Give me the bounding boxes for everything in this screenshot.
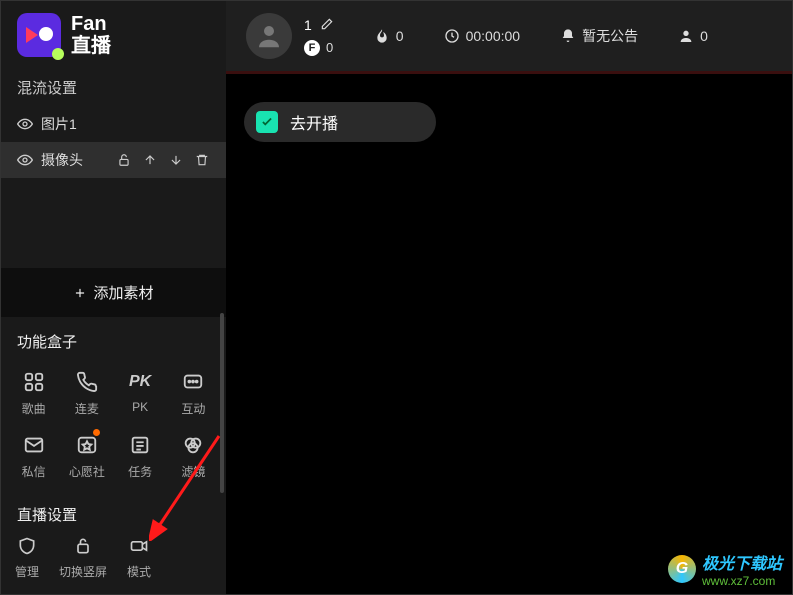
live-label: 模式	[127, 563, 151, 580]
star-icon	[75, 433, 99, 457]
grid-icon	[22, 370, 46, 394]
live-label: 管理	[15, 563, 39, 580]
shield-icon	[16, 535, 38, 557]
chat-icon	[181, 370, 205, 394]
func-item-lianmai[interactable]: 连麦	[60, 364, 113, 423]
live-settings-title: 直播设置	[1, 494, 226, 531]
sidebar: Fan 直播 混流设置 图片1 摄像头	[1, 1, 226, 594]
logo-mark	[17, 13, 61, 57]
source-label: 图片1	[41, 114, 77, 134]
func-label: PK	[132, 400, 148, 414]
watermark-url: www.xz7.com	[702, 574, 782, 588]
go-live-label: 去开播	[290, 110, 338, 134]
live-item-mode[interactable]: 模式	[127, 535, 151, 580]
func-item-interact[interactable]: 互动	[167, 364, 220, 423]
pk-icon: PK	[128, 370, 152, 394]
mail-icon	[22, 433, 46, 457]
announcement-text: 暂无公告	[582, 26, 638, 46]
func-label: 歌曲	[22, 400, 46, 417]
mixer-title: 混流设置	[1, 69, 226, 106]
plus-icon	[73, 286, 87, 300]
clock-icon	[444, 28, 460, 44]
arrow-up-icon[interactable]	[142, 152, 158, 168]
logo-text: Fan 直播	[71, 13, 111, 57]
arrow-down-icon[interactable]	[168, 152, 184, 168]
func-item-task[interactable]: 任务	[114, 427, 167, 486]
phone-icon	[75, 370, 99, 394]
avatar	[246, 13, 292, 59]
func-label: 任务	[128, 463, 152, 480]
fire-icon	[374, 28, 390, 44]
func-label: 心愿社	[69, 463, 105, 480]
duration-value: 00:00:00	[466, 28, 521, 44]
f-badge-icon: F	[304, 40, 320, 56]
live-item-orientation[interactable]: 切换竖屏	[59, 535, 107, 580]
func-label: 连麦	[75, 400, 99, 417]
go-live-button[interactable]: 去开播	[244, 102, 436, 142]
live-item-manage[interactable]: 管理	[15, 535, 39, 580]
eye-icon	[17, 116, 33, 132]
clipboard-check-icon	[256, 111, 278, 133]
logo-line2: 直播	[71, 35, 111, 57]
unlock-icon[interactable]	[116, 152, 132, 168]
filter-icon	[181, 433, 205, 457]
topbar: 1 F 0 0 00:00:00 暂无公告	[226, 1, 792, 71]
live-label: 切换竖屏	[59, 563, 107, 580]
logo-line1: Fan	[71, 13, 111, 35]
source-item-camera[interactable]: 摄像头	[1, 142, 226, 178]
trash-icon[interactable]	[194, 152, 210, 168]
eye-icon	[17, 152, 33, 168]
watermark: G 极光下载站 www.xz7.com	[668, 550, 782, 588]
func-item-dm[interactable]: 私信	[7, 427, 60, 486]
stat-fire: 0	[374, 28, 404, 44]
camera-mode-icon	[128, 535, 150, 557]
person-icon	[678, 28, 694, 44]
live-settings-grid: 管理 切换竖屏 模式	[1, 531, 226, 594]
source-label: 摄像头	[41, 150, 83, 170]
source-actions	[116, 152, 210, 168]
func-label: 私信	[22, 463, 46, 480]
func-item-pk[interactable]: PK PK	[114, 364, 167, 423]
user-block[interactable]: 1 F 0	[246, 13, 334, 59]
funcbox-title: 功能盒子	[1, 317, 226, 360]
stat-duration: 00:00:00	[444, 28, 521, 44]
add-source-label: 添加素材	[93, 282, 153, 303]
watermark-logo-icon: G	[668, 555, 696, 583]
func-label: 互动	[181, 400, 205, 417]
stat-viewers: 0	[678, 28, 708, 44]
func-item-wish[interactable]: 心愿社	[60, 427, 113, 486]
bell-icon	[560, 28, 576, 44]
lock-icon	[72, 535, 94, 557]
fire-value: 0	[396, 28, 404, 44]
topbar-underline	[226, 71, 792, 74]
funcbox-grid: 歌曲 连麦 PK PK 互动 私信 心愿社	[1, 360, 226, 494]
source-item-image1[interactable]: 图片1	[1, 106, 226, 142]
edit-icon[interactable]	[320, 17, 334, 34]
func-item-filter[interactable]: 滤镜	[167, 427, 220, 486]
stat-announcement[interactable]: 暂无公告	[560, 26, 638, 46]
viewers-value: 0	[700, 28, 708, 44]
app-logo: Fan 直播	[1, 1, 226, 69]
notification-dot	[93, 429, 100, 436]
main-area: 1 F 0 0 00:00:00 暂无公告	[226, 1, 792, 594]
fpoints-value: 0	[326, 40, 333, 55]
func-item-song[interactable]: 歌曲	[7, 364, 60, 423]
task-icon	[128, 433, 152, 457]
add-source-button[interactable]: 添加素材	[1, 268, 226, 317]
watermark-name: 极光下载站	[702, 550, 782, 574]
func-label: 滤镜	[181, 463, 205, 480]
user-id: 1	[304, 17, 312, 33]
scrollbar[interactable]	[220, 313, 224, 493]
